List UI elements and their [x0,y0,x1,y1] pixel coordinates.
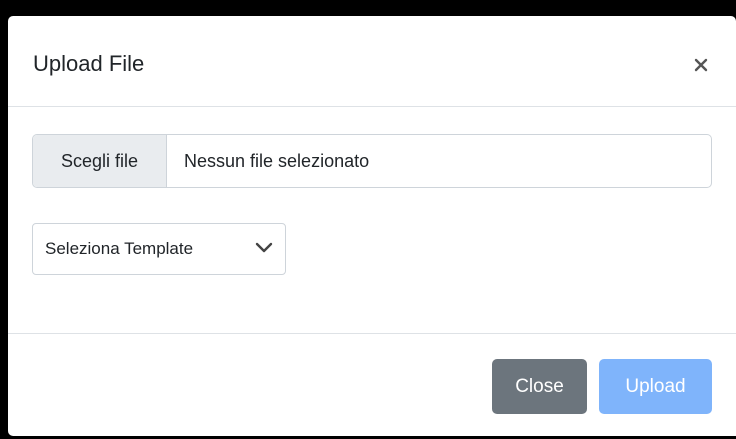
upload-file-modal: Upload File Scegli file Nessun file sele… [8,16,736,436]
file-input[interactable]: Scegli file Nessun file selezionato [32,134,712,188]
template-select[interactable]: Seleziona Template [32,223,286,275]
file-status-text: Nessun file selezionato [184,150,370,171]
close-icon-glyph [694,58,708,72]
close-button[interactable]: Close [492,359,587,414]
upload-button[interactable]: Upload [599,359,712,414]
modal-footer: Close Upload [8,333,736,436]
close-icon[interactable] [692,56,710,74]
modal-title: Upload File [33,51,145,76]
template-select-value: Seleziona Template [45,239,194,258]
choose-file-button[interactable]: Scegli file [33,135,167,187]
modal-header: Upload File [8,16,736,107]
modal-body: Scegli file Nessun file selezionato Sele… [8,107,736,333]
chevron-down-icon [255,242,273,253]
